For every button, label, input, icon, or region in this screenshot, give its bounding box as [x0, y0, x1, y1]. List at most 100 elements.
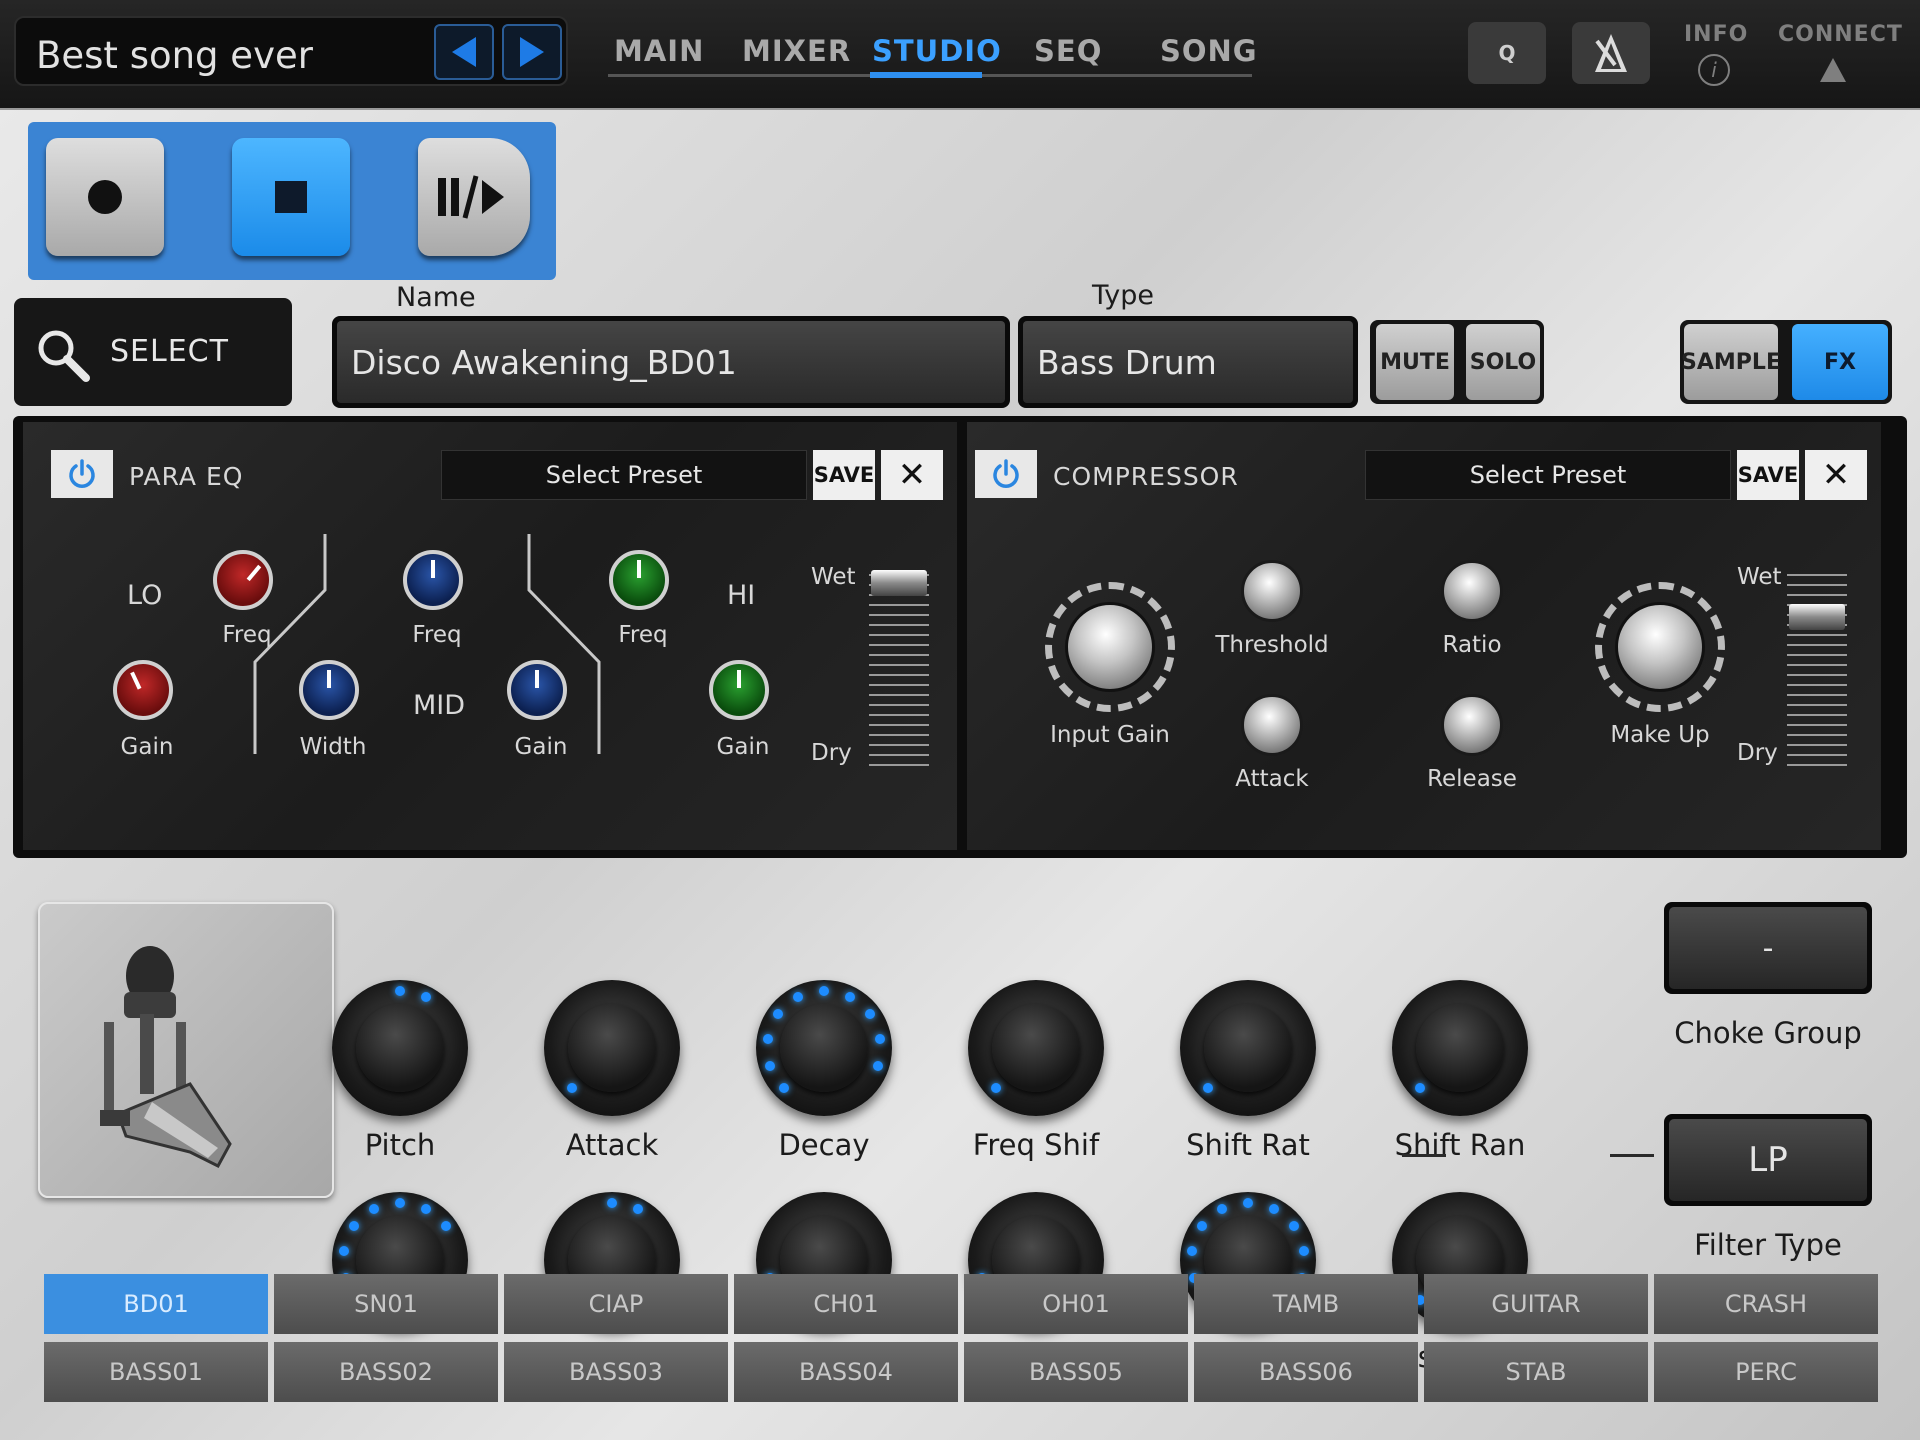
select-instrument-button[interactable]: SELECT: [14, 298, 292, 406]
pad-bass02[interactable]: BASS02: [274, 1342, 498, 1402]
decay-knob[interactable]: [756, 980, 892, 1116]
comp-wet-label: Wet: [1737, 564, 1782, 590]
pad-tamb[interactable]: TAMB: [1194, 1274, 1418, 1334]
fader-tick: [869, 724, 929, 726]
fx-button[interactable]: FX: [1792, 324, 1888, 400]
make-up-knob[interactable]: [1615, 602, 1705, 692]
record-button[interactable]: [46, 138, 164, 256]
pad-bd01[interactable]: BD01: [44, 1274, 268, 1334]
fader-tick: [869, 744, 929, 746]
freq-shif-knob[interactable]: [968, 980, 1104, 1116]
compressor-save-button[interactable]: SAVE: [1737, 450, 1799, 500]
eq-wet-label: Wet: [811, 564, 856, 590]
fader-tick: [869, 624, 929, 626]
top-bar: Best song ever MAIN MIXER STUDIO SEQ SON…: [0, 0, 1920, 108]
ratio-knob[interactable]: [1441, 560, 1503, 622]
eq-mid-width-knob[interactable]: [299, 660, 359, 720]
pad-bass04[interactable]: BASS04: [734, 1342, 958, 1402]
shift-ran-knob[interactable]: [1392, 980, 1528, 1116]
eq-hi-freq-knob[interactable]: [609, 550, 669, 610]
name-value: Disco Awakening_BD01: [337, 321, 1005, 403]
input-gain-knob[interactable]: [1065, 602, 1155, 692]
pad-crash[interactable]: CRASH: [1654, 1274, 1878, 1334]
release-knob[interactable]: [1441, 694, 1503, 756]
fader-handle[interactable]: [871, 570, 927, 596]
eq-hi-gain-label: Gain: [716, 734, 770, 760]
fader-tick: [1787, 644, 1847, 646]
pad-bass06[interactable]: BASS06: [1194, 1342, 1418, 1402]
eq-wet-dry-fader[interactable]: [869, 570, 929, 780]
pause-play-button[interactable]: [418, 138, 530, 256]
pad-bass03[interactable]: BASS03: [504, 1342, 728, 1402]
filter-type-selector[interactable]: LP: [1664, 1114, 1872, 1206]
tab-studio[interactable]: STUDIO: [872, 34, 1002, 68]
pad-perc[interactable]: PERC: [1654, 1342, 1878, 1402]
compressor-preset-select[interactable]: Select Preset: [1365, 450, 1731, 500]
attack-knob[interactable]: [1241, 694, 1303, 756]
pad-oh01[interactable]: OH01: [964, 1274, 1188, 1334]
arrow-right-icon: [520, 37, 544, 67]
instrument-image[interactable]: [38, 902, 334, 1198]
studio-panel: SELECT Name Disco Awakening_BD01 Type Ba…: [0, 108, 1920, 1440]
search-icon: [38, 330, 90, 382]
close-icon: ✕: [897, 455, 927, 495]
pad-stab[interactable]: STAB: [1424, 1342, 1648, 1402]
fx-area: PARA EQ Select Preset SAVE ✕ LO MID HI F…: [13, 416, 1907, 858]
tab-mixer[interactable]: MIXER: [742, 34, 851, 68]
shift-ran-label: Shift Ran: [1394, 1128, 1526, 1162]
pitch-knob[interactable]: [332, 980, 468, 1116]
para-eq-close-button[interactable]: ✕: [881, 450, 943, 500]
mute-button[interactable]: MUTE: [1376, 324, 1454, 400]
pad-bass01[interactable]: BASS01: [44, 1342, 268, 1402]
eq-mid-freq-knob[interactable]: [403, 550, 463, 610]
compressor-title: COMPRESSOR: [1053, 462, 1239, 491]
para-eq-preset-select[interactable]: Select Preset: [441, 450, 807, 500]
prev-song-button[interactable]: [434, 24, 494, 80]
filter-type-value: LP: [1669, 1119, 1867, 1201]
compressor-power-button[interactable]: [975, 450, 1037, 498]
eq-mid-freq-label: Freq: [412, 622, 462, 648]
threshold-label: Threshold: [1215, 632, 1329, 658]
pad-ciap[interactable]: CIAP: [504, 1274, 728, 1334]
para-eq-save-button[interactable]: SAVE: [813, 450, 875, 500]
attack-knob[interactable]: [544, 980, 680, 1116]
knob-led: [420, 992, 431, 1003]
sample-button[interactable]: SAMPLE: [1681, 324, 1781, 400]
input-gain-label: Input Gain: [1050, 722, 1170, 748]
metronome-button[interactable]: [1572, 22, 1650, 84]
pad-bass05[interactable]: BASS05: [964, 1342, 1188, 1402]
next-song-button[interactable]: [502, 24, 562, 80]
pad-ch01[interactable]: CH01: [734, 1274, 958, 1334]
stop-button[interactable]: [232, 138, 350, 256]
threshold-knob[interactable]: [1241, 560, 1303, 622]
choke-group-selector[interactable]: -: [1664, 902, 1872, 994]
fader-tick: [1787, 634, 1847, 636]
compressor-close-button[interactable]: ✕: [1805, 450, 1867, 500]
tab-main[interactable]: MAIN: [614, 34, 704, 68]
song-title-box[interactable]: Best song ever: [14, 16, 568, 86]
eq-mid-gain-knob[interactable]: [507, 660, 567, 720]
type-label: Type: [1092, 280, 1155, 311]
pad-guitar[interactable]: GUITAR: [1424, 1274, 1648, 1334]
close-icon: ✕: [1821, 455, 1851, 495]
tab-song[interactable]: SONG: [1160, 34, 1258, 68]
eq-hi-gain-knob[interactable]: [709, 660, 769, 720]
eq-lo-freq-knob[interactable]: [213, 550, 273, 610]
para-eq-power-button[interactable]: [51, 450, 113, 498]
shift-rat-knob[interactable]: [1180, 980, 1316, 1116]
type-field[interactable]: Bass Drum: [1018, 316, 1358, 408]
eq-lo-gain-knob[interactable]: [113, 660, 173, 720]
connect-icon[interactable]: [1820, 58, 1846, 82]
knob-led: [607, 1198, 617, 1208]
quantize-button[interactable]: Q: [1468, 22, 1546, 84]
fader-tick: [1787, 684, 1847, 686]
fader-handle[interactable]: [1789, 604, 1845, 630]
fader-tick: [1787, 654, 1847, 656]
freq-shif-label: Freq Shif: [972, 1128, 1100, 1162]
comp-wet-dry-fader[interactable]: [1787, 570, 1847, 780]
info-icon[interactable]: i: [1698, 54, 1730, 86]
name-field[interactable]: Disco Awakening_BD01: [332, 316, 1010, 408]
pad-sn01[interactable]: SN01: [274, 1274, 498, 1334]
solo-button[interactable]: SOLO: [1466, 324, 1540, 400]
tab-seq[interactable]: SEQ: [1034, 34, 1102, 68]
